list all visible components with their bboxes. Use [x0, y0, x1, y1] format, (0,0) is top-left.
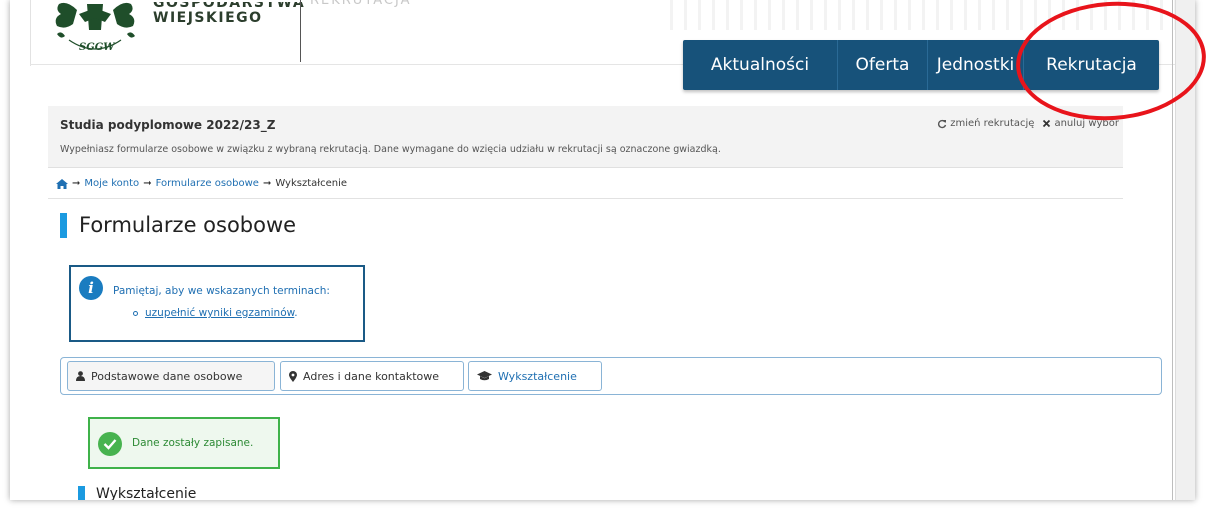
recruitment-info-panel: Studia podyplomowe 2022/23_Z Wypełniasz … — [48, 106, 1123, 168]
vertical-scrollbar[interactable] — [1175, 0, 1195, 500]
browser-page: SGGW GOSPODARSTWA WIEJSKIEGO REKRUTACJA … — [10, 0, 1195, 500]
tab-basic-personal-data-label: Podstawowe dane osobowe — [91, 369, 243, 383]
main-navigation: Aktualności Oferta Jednostki Rekrutacja — [683, 40, 1159, 90]
header-faded-text: REKRUTACJA — [310, 0, 412, 8]
page-title-accent — [60, 213, 67, 238]
breadcrumb-arrow-icon: ➞ — [262, 178, 272, 189]
graduation-cap-icon — [477, 371, 492, 381]
page-title: Formularze osobowe — [79, 213, 297, 237]
breadcrumb: ➞ Moje konto ➞ Formularze osobowe ➞ Wyks… — [56, 178, 347, 189]
breadcrumb-divider — [48, 198, 1123, 199]
home-icon[interactable] — [56, 178, 68, 189]
tab-address-contact[interactable]: Adres i dane kontaktowe — [280, 361, 464, 391]
check-circle-icon — [98, 432, 122, 456]
logo-text: GOSPODARSTWA WIEJSKIEGO — [153, 2, 305, 27]
logo-line2: WIEJSKIEGO — [153, 10, 263, 26]
recruitment-actions: zmień rekrutację anuluj wybór — [937, 118, 1119, 129]
logo-area[interactable]: SGGW GOSPODARSTWA WIEJSKIEGO — [30, 0, 305, 66]
cancel-selection-label: anuluj wybór — [1054, 118, 1119, 129]
close-icon — [1043, 119, 1051, 128]
change-recruitment-link[interactable]: zmień rekrutację — [937, 118, 1034, 129]
logo-badge-text: SGGW — [79, 42, 116, 53]
breadcrumb-moje-konto[interactable]: Moje konto — [84, 178, 139, 189]
tab-education[interactable]: Wykształcenie — [468, 361, 602, 391]
tab-address-contact-label: Adres i dane kontaktowe — [303, 369, 440, 383]
recruitment-description: Wypełniasz formularze osobowe w związku … — [60, 144, 721, 155]
change-recruitment-label: zmień rekrutację — [950, 118, 1035, 129]
content-edge-line — [1172, 0, 1173, 500]
breadcrumb-arrow-icon: ➞ — [72, 178, 81, 189]
reminder-notice: i Pamiętaj, aby we wskazanych terminach:… — [69, 265, 365, 342]
user-icon — [76, 371, 85, 381]
tab-education-label: Wykształcenie — [498, 369, 577, 383]
nav-item-oferta[interactable]: Oferta — [838, 40, 928, 90]
notice-text: Pamiętaj, aby we wskazanych terminach: — [113, 285, 330, 297]
notice-list-item: uzupełnić wyniki egzaminów. — [133, 307, 298, 319]
circle-bullet-icon — [133, 310, 138, 316]
logo-line1: GOSPODARSTWA — [153, 2, 306, 10]
header-divider — [300, 0, 301, 62]
breadcrumb-current: Wykształcenie — [275, 178, 348, 189]
tab-basic-personal-data[interactable]: Podstawowe dane osobowe — [67, 361, 275, 391]
nav-item-jednostki[interactable]: Jednostki — [928, 40, 1024, 90]
info-icon: i — [79, 276, 103, 300]
recruitment-title: Studia podyplomowe 2022/23_Z — [60, 118, 276, 132]
breadcrumb-arrow-icon: ➞ — [143, 178, 152, 189]
sggw-emblem-icon: SGGW — [55, 2, 135, 53]
breadcrumb-formularze[interactable]: Formularze osobowe — [156, 178, 259, 189]
nav-item-aktualnosci[interactable]: Aktualności — [683, 40, 838, 90]
section-title-accent — [78, 486, 85, 500]
exam-results-link[interactable]: uzupełnić wyniki egzaminów — [145, 307, 294, 319]
cancel-selection-link[interactable]: anuluj wybór — [1042, 118, 1119, 129]
success-text: Dane zostały zapisane. — [132, 437, 254, 449]
map-marker-icon — [289, 370, 297, 382]
success-message: Dane zostały zapisane. — [88, 417, 280, 469]
form-tabs: Podstawowe dane osobowe Adres i dane kon… — [60, 357, 1162, 395]
nav-item-rekrutacja[interactable]: Rekrutacja — [1024, 40, 1159, 90]
notice-link-suffix: . — [294, 307, 298, 319]
refresh-icon — [938, 119, 947, 128]
header-background-pattern — [670, 0, 1190, 30]
section-title: Wykształcenie — [96, 486, 197, 500]
